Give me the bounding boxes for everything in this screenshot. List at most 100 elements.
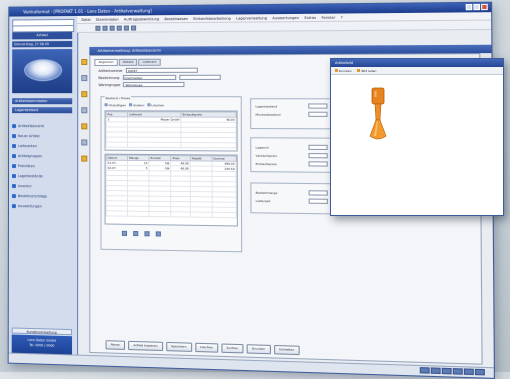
product-group-field[interactable]: Werkzeuge: [123, 81, 185, 88]
menu-item[interactable]: Extras: [304, 15, 316, 19]
sidebar-item-label: Bestellvorschläge: [17, 194, 48, 199]
open-icon[interactable]: [102, 25, 108, 31]
edit-icon[interactable]: [80, 75, 87, 82]
description-field[interactable]: Drehmeißel: [122, 74, 176, 81]
mini-toolbar-button[interactable]: Hinzufügen: [105, 103, 126, 107]
maximize-button[interactable]: [473, 3, 481, 11]
sidebar-item[interactable]: Lagerbestände: [11, 171, 72, 182]
field-label: Warengruppe: [98, 82, 121, 87]
menu-item[interactable]: Datei: [81, 17, 90, 21]
action-button[interactable]: Schließen: [273, 344, 300, 356]
stock-grid[interactable]: Datum Menge Einheit Preis Rabatt Summe 01.07. 1…: [104, 153, 238, 227]
preview-toolbar-button[interactable]: Bild laden: [357, 69, 376, 73]
print-icon[interactable]: [116, 25, 122, 31]
field-label: Bezeichnung: [98, 75, 120, 80]
sidebar: Artikel Donnerstag, 27.08.09 Artikelstam…: [8, 15, 79, 365]
tray-icon[interactable]: [452, 368, 463, 375]
action-button[interactable]: Drucken: [246, 344, 271, 355]
mini-toolbar-button[interactable]: Löschen: [147, 103, 164, 107]
sidebar-item-label: Inventur: [17, 184, 32, 189]
stock-group: Bestand / Preise Hinzufügen Ändern Löschen…: [100, 96, 243, 253]
form-input[interactable]: [308, 111, 328, 117]
article-number-field[interactable]: 00087: [125, 67, 198, 73]
field-label: Artikelnummer: [98, 68, 123, 73]
eye-logo-icon: [24, 59, 63, 82]
form-input[interactable]: [308, 198, 328, 204]
form-input[interactable]: [308, 153, 328, 159]
form-input[interactable]: [308, 144, 328, 151]
next-page-icon[interactable]: [144, 231, 150, 237]
last-page-icon[interactable]: [155, 231, 161, 237]
sidebar-item[interactable]: Neuer Artikel: [12, 131, 72, 141]
action-button[interactable]: Neuer: [105, 340, 126, 350]
form-input[interactable]: [308, 190, 328, 196]
menu-item[interactable]: Auftragsabwicklung: [124, 17, 159, 21]
sidebar-item[interactable]: Artikelübersicht: [12, 121, 72, 131]
item-icon: [11, 174, 16, 179]
form-label: Mindestbestand: [255, 112, 281, 117]
menu-item[interactable]: Auswertungen: [272, 15, 299, 19]
preview-title: Artikelbild: [331, 59, 503, 67]
list-icon[interactable]: [80, 107, 87, 114]
table-cell: [211, 212, 237, 218]
secondary-field[interactable]: [178, 74, 221, 80]
menu-item[interactable]: ?: [341, 15, 343, 19]
tab[interactable]: Allgemein: [94, 58, 118, 67]
mini-toolbar-button[interactable]: Ändern: [129, 103, 144, 107]
item-icon: [12, 164, 16, 169]
tab[interactable]: Details: [118, 58, 138, 66]
folder-icon[interactable]: [80, 155, 87, 162]
sidebar-section-header[interactable]: Artikelstammdaten: [12, 98, 73, 105]
logo: [12, 49, 73, 94]
supplier-grid[interactable]: Pos. Lieferant Einkaufspreis 1 Meyer GmbH 48,…: [104, 110, 238, 152]
action-button[interactable]: Speichern: [165, 341, 192, 352]
folder-icon[interactable]: [80, 58, 87, 66]
sidebar-item[interactable]: Lieferanten: [12, 141, 72, 151]
tab[interactable]: Lieferant: [138, 58, 161, 66]
new-icon[interactable]: [95, 25, 101, 31]
close-button[interactable]: [481, 3, 488, 11]
menu-item[interactable]: Stammdaten: [96, 17, 119, 21]
sidebar-item[interactable]: Artikelgruppen: [12, 151, 72, 161]
tray-icon[interactable]: [419, 367, 430, 374]
table-cell: [171, 211, 191, 218]
menu-item[interactable]: Lagerverwaltung: [236, 16, 267, 20]
menu-item[interactable]: Einkaufsbearbeitung: [193, 16, 231, 20]
table-cell: [190, 211, 212, 218]
menu-item[interactable]: Bestellwesen: [164, 16, 188, 20]
help-icon[interactable]: [130, 24, 137, 31]
search-icon[interactable]: [123, 25, 129, 31]
sidebar-item[interactable]: Auswertungen: [11, 201, 72, 212]
action-button[interactable]: Suchen: [221, 343, 244, 354]
first-page-icon[interactable]: [121, 230, 128, 236]
chart-icon[interactable]: [80, 139, 87, 146]
form-label: Lagerbestand: [255, 104, 278, 109]
folder-icon[interactable]: [80, 123, 87, 130]
sidebar-item[interactable]: Inventur: [11, 181, 72, 192]
item-icon: [12, 134, 17, 139]
minimize-button[interactable]: [465, 3, 473, 11]
sidebar-item-label: Neuer Artikel: [18, 134, 40, 139]
right-form: Lagerbestand Mindestbestand Lagerort Verkau…: [90, 54, 479, 215]
orange-tool-image: [369, 87, 387, 140]
tray-icon[interactable]: [441, 367, 452, 375]
folder-icon[interactable]: [80, 91, 87, 98]
save-icon[interactable]: [109, 25, 115, 31]
action-button[interactable]: Artikel kopieren: [128, 340, 163, 352]
menu-item[interactable]: Fenster: [321, 15, 335, 19]
form-input[interactable]: [308, 161, 328, 167]
sidebar-section-header[interactable]: Lagerbestand: [12, 107, 73, 114]
sidebar-item[interactable]: Preislisten: [12, 161, 72, 172]
mini-toolbar: Hinzufügen Ändern Löschen: [105, 103, 164, 107]
preview-toolbar-button[interactable]: Drucken: [335, 69, 351, 73]
item-icon: [12, 124, 17, 129]
tray-icon[interactable]: [474, 368, 485, 376]
form-label: Lagerort: [255, 145, 269, 150]
item-icon: [11, 184, 16, 189]
action-button[interactable]: Löschen: [194, 342, 219, 353]
form-input[interactable]: [308, 103, 328, 109]
tray-icon[interactable]: [430, 367, 441, 375]
preview-toolbar: Drucken Bild laden: [331, 67, 503, 75]
form-label: Einkaufspreis: [255, 161, 277, 167]
prev-page-icon[interactable]: [133, 231, 139, 237]
